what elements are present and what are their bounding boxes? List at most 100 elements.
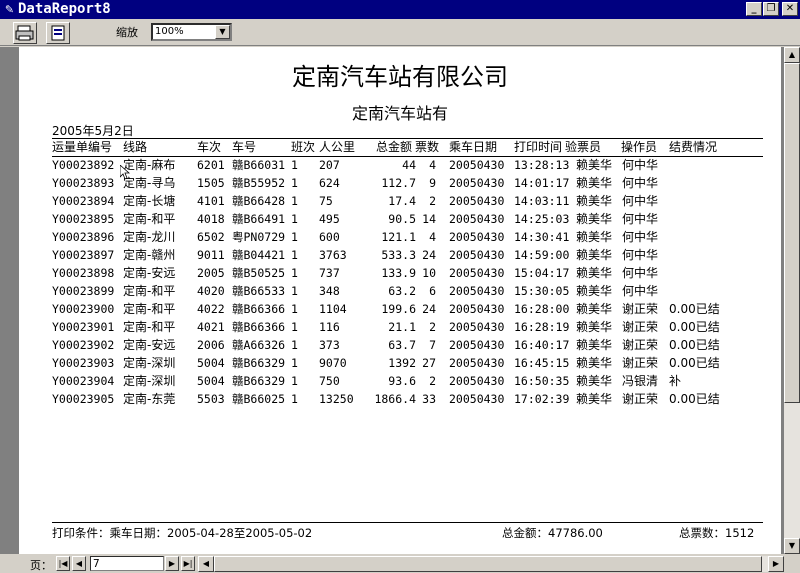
table-cell: 赖美华 — [576, 194, 613, 208]
table-row: Y00023905 定南-东莞 5503 赣B66025 1 13250 1866.4 33 2… — [19, 392, 781, 410]
table-cell: 1 — [291, 374, 298, 388]
table-cell: 定南-赣州 — [123, 248, 176, 262]
table-cell: 533.3 — [381, 248, 416, 262]
footer-total-tickets: 总票数：1512 — [679, 526, 755, 540]
table-cell: 赣B66025 — [232, 392, 286, 406]
table-cell: 93.6 — [388, 374, 416, 388]
table-cell: 何中华 — [622, 230, 659, 244]
scroll-up-icon[interactable]: ▲ — [784, 47, 800, 63]
table-cell: 定南-安远 — [123, 266, 176, 280]
table-cell: 17.4 — [388, 194, 416, 208]
table-cell: 赣B55952 — [232, 176, 286, 190]
vertical-scrollbar[interactable]: ▲ ▼ — [784, 47, 800, 554]
window-title: DataReport8 — [18, 1, 111, 17]
table-cell: 赖美华 — [576, 302, 613, 316]
print-button[interactable] — [13, 22, 37, 44]
table-cell: 1 — [291, 392, 298, 406]
table-cell: 5503 — [197, 392, 225, 406]
scroll-down-icon[interactable]: ▼ — [784, 538, 800, 554]
table-cell: 6 — [429, 284, 436, 298]
table-cell: 定南-麻布 — [123, 158, 176, 172]
scroll-right-icon[interactable]: ▶ — [768, 556, 784, 572]
table-cell: 750 — [319, 374, 340, 388]
table-cell: 63.2 — [388, 284, 416, 298]
table-cell: 1 — [291, 212, 298, 226]
table-cell: 1 — [291, 266, 298, 280]
horizontal-scroll-thumb[interactable] — [214, 556, 762, 572]
column-header: 操作员 — [621, 140, 658, 154]
header-bottom-line — [52, 156, 763, 157]
table-cell: 16:50:35 — [514, 374, 570, 388]
minimize-button[interactable]: _ — [746, 2, 762, 16]
table-cell: 16:28:19 — [514, 320, 570, 334]
table-cell: Y00023893 — [52, 176, 115, 190]
table-cell: 16:28:00 — [514, 302, 570, 316]
table-cell: 63.7 — [388, 338, 416, 352]
table-cell: 116 — [319, 320, 340, 334]
column-header: 验票员 — [565, 140, 602, 154]
table-cell: 4 — [429, 158, 436, 172]
table-cell: 0.00已结 — [669, 356, 720, 370]
table-cell: 何中华 — [622, 194, 659, 208]
table-row: Y00023894 定南-长塘 4101 赣B66428 1 75 17.4 2 2005043… — [19, 194, 781, 212]
first-page-icon[interactable]: |◀ — [56, 556, 70, 571]
table-cell: 20050430 — [449, 302, 505, 316]
table-cell: 定南-东莞 — [123, 392, 176, 406]
table-cell: 24 — [422, 302, 436, 316]
column-header: 运量单编号 — [52, 140, 113, 154]
close-button[interactable]: ✕ — [782, 2, 798, 16]
table-cell: 谢正荣 — [622, 392, 659, 406]
table-cell: 定南-和平 — [123, 302, 176, 316]
table-cell: 199.6 — [381, 302, 416, 316]
table-row: Y00023895 定南-和平 4018 赣B66491 1 495 90.5 14 20050… — [19, 212, 781, 230]
table-cell: 定南-深圳 — [123, 356, 176, 370]
table-cell: 20050430 — [449, 266, 505, 280]
column-header: 总金额 — [376, 140, 413, 154]
table-cell: 737 — [319, 266, 340, 280]
table-cell: 赣B66366 — [232, 302, 286, 316]
table-cell: 1 — [291, 302, 298, 316]
table-cell: 定南-和平 — [123, 212, 176, 226]
next-page-icon[interactable]: ▶ — [165, 556, 179, 571]
table-cell: 1 — [291, 158, 298, 172]
column-header: 班次 — [291, 140, 316, 154]
table-cell: 16:40:17 — [514, 338, 570, 352]
table-cell: 何中华 — [622, 284, 659, 298]
table-cell: 赖美华 — [576, 266, 613, 280]
zoom-label: 缩放 — [116, 26, 138, 39]
table-cell: 1 — [291, 248, 298, 262]
table-cell: 27 — [422, 356, 436, 370]
table-cell: 0.00已结 — [669, 392, 720, 406]
table-cell: 495 — [319, 212, 340, 226]
table-cell: 1 — [291, 356, 298, 370]
page-number-input[interactable]: 7 — [90, 556, 164, 571]
table-cell: 赖美华 — [576, 374, 613, 388]
table-cell: 14:03:11 — [514, 194, 570, 208]
column-header: 乘车日期 — [449, 140, 498, 154]
table-row: Y00023892 定南-麻布 6201 赣B66031 1 207 44 4 20050430… — [19, 158, 781, 176]
previous-page-icon[interactable]: ◀ — [72, 556, 86, 571]
last-page-icon[interactable]: ▶| — [181, 556, 195, 571]
vertical-scroll-thumb[interactable] — [784, 63, 800, 403]
table-cell: 赣B66329 — [232, 356, 286, 370]
zoom-select[interactable]: 100% ▼ — [151, 23, 232, 41]
table-cell: 谢正荣 — [622, 320, 659, 334]
table-cell: 1 — [291, 338, 298, 352]
table-cell: 赖美华 — [576, 230, 613, 244]
restore-button[interactable]: ❐ — [763, 2, 779, 16]
table-cell: 14:25:03 — [514, 212, 570, 226]
chevron-down-icon[interactable]: ▼ — [215, 25, 230, 39]
table-row: Y00023901 定南-和平 4021 赣B66366 1 116 21.1 2 200504… — [19, 320, 781, 338]
title-bar: ✎ DataReport8 _ ❐ ✕ — [0, 0, 800, 19]
table-row: Y00023904 定南-深圳 5004 赣B66329 1 750 93.6 2 200504… — [19, 374, 781, 392]
horizontal-scrollbar[interactable]: ◀ ▶ — [198, 556, 784, 572]
table-cell: 14 — [422, 212, 436, 226]
table-cell: Y00023898 — [52, 266, 115, 280]
scroll-left-icon[interactable]: ◀ — [198, 556, 214, 572]
table-cell: 谢正荣 — [622, 356, 659, 370]
table-cell: 4101 — [197, 194, 225, 208]
table-cell: 赖美华 — [576, 284, 613, 298]
export-button[interactable] — [46, 22, 70, 44]
report-date: 2005年5月2日 — [52, 124, 134, 138]
table-cell: 17:02:39 — [514, 392, 570, 406]
